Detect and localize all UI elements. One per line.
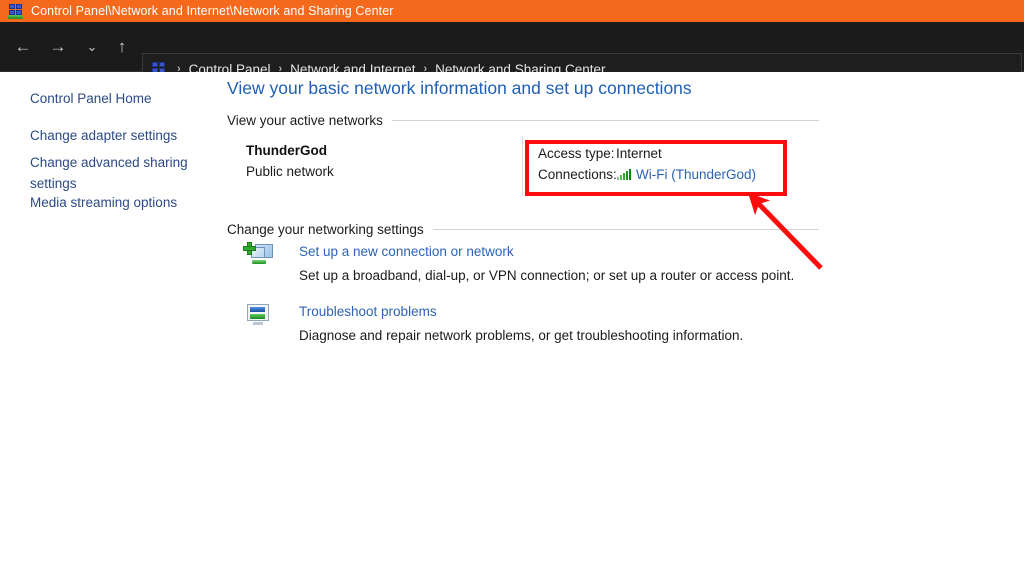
network-column-divider — [522, 136, 523, 196]
up-icon[interactable]: ↑ — [109, 34, 135, 60]
task-description: Set up a broadband, dial-up, or VPN conn… — [299, 268, 795, 283]
wifi-signal-bars-icon — [617, 169, 631, 180]
active-network-type: Public network — [246, 164, 334, 179]
sidebar-item-change-advanced-sharing-settings[interactable]: Change advanced sharing settings — [30, 152, 205, 194]
connections-details: Access type: Internet Connections: Wi-Fi… — [538, 143, 756, 185]
active-network-name: ThunderGod — [246, 143, 327, 158]
access-type-label: Access type: — [538, 146, 615, 161]
main-panel: View your basic network information and … — [225, 72, 1024, 576]
troubleshoot-icon — [243, 302, 275, 332]
sidebar-item-media-streaming-options[interactable]: Media streaming options — [30, 192, 205, 213]
task-title-link[interactable]: Set up a new connection or network — [299, 244, 514, 259]
window-title-bar: Control Panel\Network and Internet\Netwo… — [0, 0, 1024, 22]
sidebar-item-change-adapter-settings[interactable]: Change adapter settings — [30, 125, 205, 146]
new-connection-icon — [243, 242, 275, 272]
task-title-link[interactable]: Troubleshoot problems — [299, 304, 437, 319]
section-rule — [391, 120, 819, 121]
back-icon[interactable]: ← — [10, 34, 36, 60]
connections-value-link[interactable]: Wi-Fi (ThunderGod) — [636, 167, 756, 182]
chevron-down-icon[interactable]: ⌄ — [79, 34, 105, 60]
connections-label: Connections: — [538, 167, 617, 182]
control-panel-network-icon — [8, 3, 24, 19]
section-header-active-networks: View your active networks — [227, 113, 819, 128]
access-type-row: Access type: Internet — [538, 143, 756, 164]
section-header-networking-settings: Change your networking settings — [227, 222, 819, 237]
sidebar: Control Panel Home Change adapter settin… — [0, 72, 225, 576]
access-type-value: Internet — [616, 146, 662, 161]
page-title: View your basic network information and … — [227, 78, 692, 98]
connections-row: Connections: Wi-Fi (ThunderGod) — [538, 164, 756, 185]
content-area: Control Panel Home Change adapter settin… — [0, 72, 1024, 576]
sidebar-item-control-panel-home[interactable]: Control Panel Home — [30, 88, 205, 109]
section-rule — [432, 229, 819, 230]
navigation-toolbar: ← → ⌄ ↑ › Control Panel › Network and In… — [0, 22, 1024, 85]
section-label: View your active networks — [227, 113, 383, 128]
section-label: Change your networking settings — [227, 222, 424, 237]
forward-icon[interactable]: → — [45, 34, 71, 60]
task-description: Diagnose and repair network problems, or… — [299, 328, 744, 343]
window-title: Control Panel\Network and Internet\Netwo… — [31, 4, 394, 18]
